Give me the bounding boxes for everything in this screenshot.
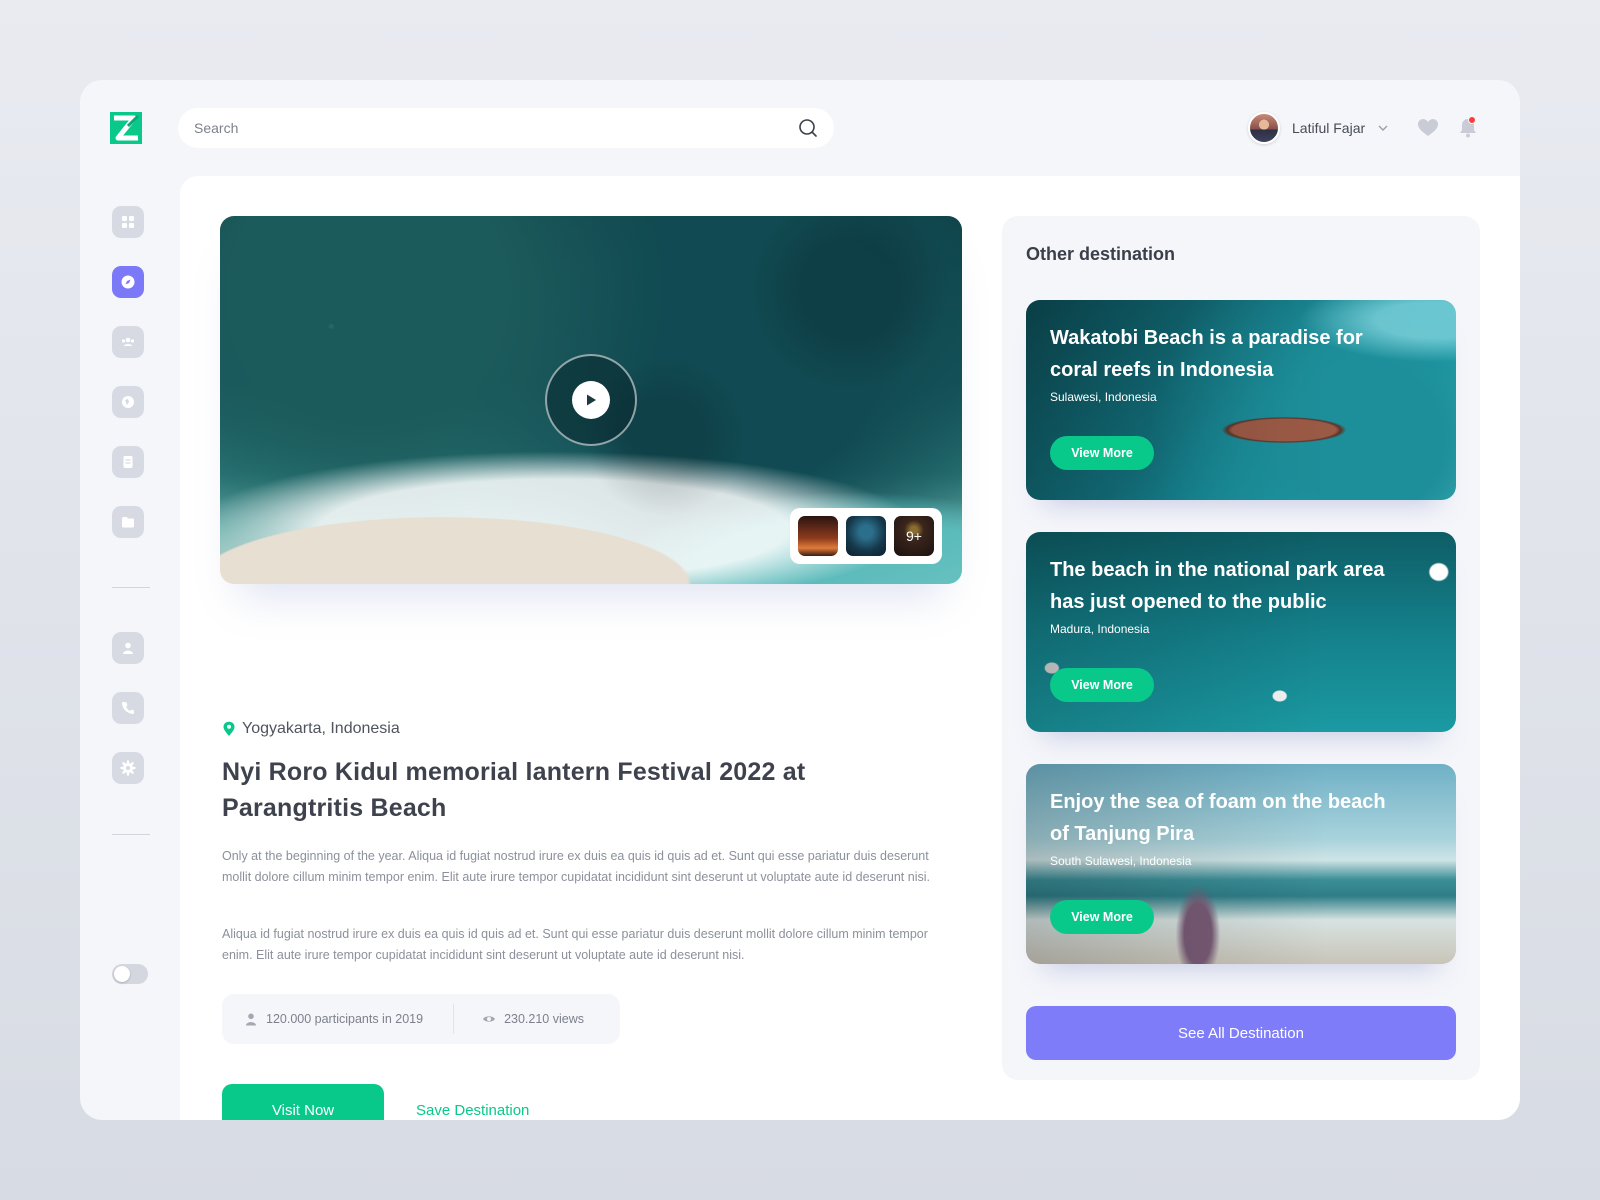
eye-icon	[483, 1016, 496, 1022]
view-more-button[interactable]: View More	[1050, 668, 1154, 702]
save-destination-button[interactable]: Save Destination	[416, 1096, 529, 1120]
views-stat: 230.210 views	[482, 1012, 584, 1026]
chevron-down-icon[interactable]	[1377, 122, 1389, 134]
hero-video[interactable]: 9+	[220, 216, 962, 584]
stats-divider	[453, 1004, 455, 1034]
event-title: Nyi Roro Kidul memorial lantern Festival…	[222, 758, 806, 822]
visit-now-button[interactable]: Visit Now	[222, 1084, 384, 1120]
card-title: Wakatobi Beach is a paradise for coral r…	[1050, 327, 1363, 381]
logo-icon[interactable]	[110, 112, 142, 144]
notification-badge	[1468, 116, 1476, 124]
user-menu[interactable]: Latiful Fajar	[1248, 112, 1389, 144]
card-location: Madura, Indonesia	[1050, 622, 1150, 636]
heart-icon[interactable]	[1416, 116, 1440, 140]
search-input[interactable]	[194, 120, 798, 136]
avatar[interactable]	[1248, 112, 1280, 144]
participants-stat: 120.000 participants in 2019	[244, 1012, 423, 1026]
event-location-text: Yogyakarta, Indonesia	[242, 720, 400, 737]
participants-text: 120.000 participants in 2019	[266, 1012, 424, 1026]
user-name[interactable]: Latiful Fajar	[1292, 120, 1365, 136]
gallery-thumbnail[interactable]	[846, 516, 886, 556]
card-title: The beach in the national park area has …	[1050, 559, 1385, 613]
user-icon	[123, 642, 133, 654]
sidebar-item-community[interactable]	[112, 326, 144, 358]
globe-icon	[122, 396, 134, 408]
gear-icon	[120, 760, 136, 776]
card-location: South Sulawesi, Indonesia	[1050, 854, 1192, 868]
play-icon	[587, 394, 596, 406]
sidebar-item-discover[interactable]	[112, 386, 144, 418]
other-destinations: Other destination Wakatobi Beach is a pa…	[1002, 216, 1480, 1080]
see-all-destination-button[interactable]: See All Destination	[1026, 1006, 1456, 1060]
destination-card[interactable]: The beach in the national park area has …	[1026, 532, 1456, 732]
event-description: Aliqua id fugiat nostrud irure ex duis e…	[222, 927, 928, 962]
section-title: Other destination	[1026, 244, 1176, 264]
sidebar-item-folders[interactable]	[112, 506, 144, 538]
play-button[interactable]	[545, 354, 637, 446]
document-icon	[123, 456, 133, 468]
users-icon	[121, 337, 135, 346]
sidebar-item-explore[interactable]	[112, 266, 144, 298]
event-location: Yogyakarta, Indonesia	[222, 720, 400, 738]
sidebar-item-dashboard[interactable]	[112, 206, 144, 238]
sidebar-divider	[112, 587, 150, 588]
card-location: Sulawesi, Indonesia	[1050, 390, 1157, 404]
folder-icon	[122, 517, 134, 528]
view-more-button[interactable]: View More	[1050, 436, 1154, 470]
views-text: 230.210 views	[504, 1012, 584, 1026]
sidebar-item-calls[interactable]	[112, 692, 144, 724]
sidebar-item-settings[interactable]	[112, 752, 144, 784]
phone-icon	[122, 702, 134, 714]
gallery-thumbnails: 9+	[790, 508, 942, 564]
grid-icon	[122, 216, 134, 228]
user-icon	[246, 1013, 256, 1026]
gallery-more-thumbnail[interactable]: 9+	[894, 516, 934, 556]
destination-card[interactable]: Enjoy the sea of foam on the beach of Ta…	[1026, 764, 1456, 964]
search-bar[interactable]	[178, 108, 834, 148]
location-pin-icon	[223, 721, 235, 736]
sidebar-divider	[112, 834, 150, 835]
view-more-button[interactable]: View More	[1050, 900, 1154, 934]
gallery-more-count: 9+	[894, 516, 934, 556]
search-icon[interactable]	[798, 118, 818, 138]
sidebar-item-documents[interactable]	[112, 446, 144, 478]
app-window: Latiful Fajar	[80, 80, 1520, 1120]
compass-icon	[121, 275, 135, 289]
event-description: Only at the beginning of the year. Aliqu…	[222, 849, 930, 884]
destination-card[interactable]: Wakatobi Beach is a paradise for coral r…	[1026, 300, 1456, 500]
event-stats: 120.000 participants in 2019 230.210 vie…	[222, 994, 620, 1044]
main-panel: 9+ Yogyakarta, Indonesia Nyi Roro Kidul …	[180, 176, 1520, 1120]
sidebar-item-profile[interactable]	[112, 632, 144, 664]
card-title: Enjoy the sea of foam on the beach of Ta…	[1050, 791, 1386, 845]
gallery-thumbnail[interactable]	[798, 516, 838, 556]
dark-mode-toggle[interactable]	[112, 964, 148, 984]
